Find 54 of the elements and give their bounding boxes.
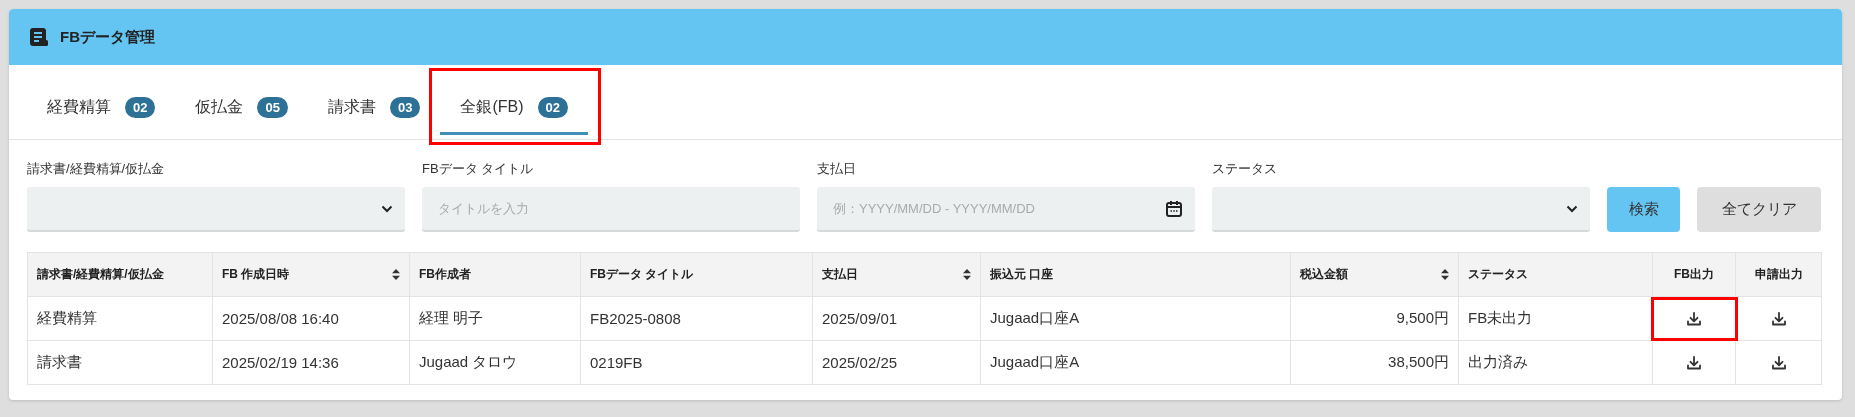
download-icon: [1770, 354, 1787, 371]
clear-button[interactable]: 全てクリア: [1697, 187, 1821, 232]
table-cell: 経理 明子: [419, 309, 484, 326]
table-cell: 9,500円: [1396, 309, 1449, 326]
column-header: FB 作成日時: [222, 266, 290, 283]
field-label: 請求書/経費精算/仮払金: [27, 160, 166, 178]
page-title: FBデータ管理: [60, 27, 155, 47]
table-cell: Jugaad口座A: [990, 309, 1080, 326]
tab[interactable]: 請求書 03: [307, 79, 441, 135]
sort-icon[interactable]: [963, 269, 971, 280]
column-header: 申請出力: [1754, 267, 1803, 281]
count-badge: 02: [125, 97, 156, 118]
column-header: FB作成者: [419, 267, 471, 281]
chevron-down-icon: [1566, 204, 1578, 213]
field-label: FBデータ タイトル: [422, 160, 535, 178]
download-icon: [1770, 310, 1787, 327]
table-cell: 経費精算: [37, 309, 97, 326]
select-field[interactable]: [1212, 187, 1590, 232]
column-header: FB出力: [1674, 267, 1714, 281]
column-header: 税込金額: [1300, 266, 1348, 283]
column-header: 支払日: [822, 266, 858, 283]
sort-icon[interactable]: [392, 269, 400, 280]
count-badge: 02: [537, 97, 568, 118]
table-cell: 2025/02/19 14:36: [222, 354, 339, 371]
table-cell: FB未出力: [1468, 309, 1533, 326]
table-cell: 2025/09/01: [822, 310, 898, 327]
table-cell: FB2025-0808: [590, 310, 681, 327]
column-header: ステータス: [1468, 267, 1528, 281]
table-cell: 2025/08/08 16:40: [222, 310, 339, 327]
select-field[interactable]: [27, 187, 405, 232]
table-cell: 38,500円: [1388, 353, 1449, 370]
table-cell: Jugaad口座A: [990, 353, 1080, 370]
download-icon: [1686, 354, 1702, 371]
table-cell: 0219FB: [590, 354, 643, 371]
chevron-down-icon: [381, 204, 393, 213]
column-header: FBデータ タイトル: [590, 267, 694, 281]
search-button[interactable]: 検索: [1607, 187, 1680, 232]
field-label: 支払日: [817, 160, 857, 178]
column-header: 請求書/経費精算/仮払金: [37, 267, 164, 281]
document-icon: [28, 26, 50, 48]
tab[interactable]: 経費精算 02: [27, 79, 176, 135]
table-cell: 請求書: [37, 353, 82, 370]
download-icon: [1686, 310, 1702, 327]
column-header: 振込元 口座: [990, 267, 1054, 281]
calendar-icon: [1165, 199, 1183, 218]
table-cell: 出力済み: [1468, 353, 1528, 370]
table-cell: 2025/02/25: [822, 354, 898, 371]
table-cell: Jugaad タロウ: [419, 353, 518, 370]
count-badge: 05: [257, 97, 288, 118]
count-badge: 03: [389, 97, 421, 118]
tab[interactable]: 全銀(FB) 02: [440, 79, 588, 135]
sort-icon[interactable]: [1441, 269, 1449, 280]
tab[interactable]: 仮払金 05: [175, 79, 308, 135]
field-label: ステータス: [1212, 160, 1278, 178]
